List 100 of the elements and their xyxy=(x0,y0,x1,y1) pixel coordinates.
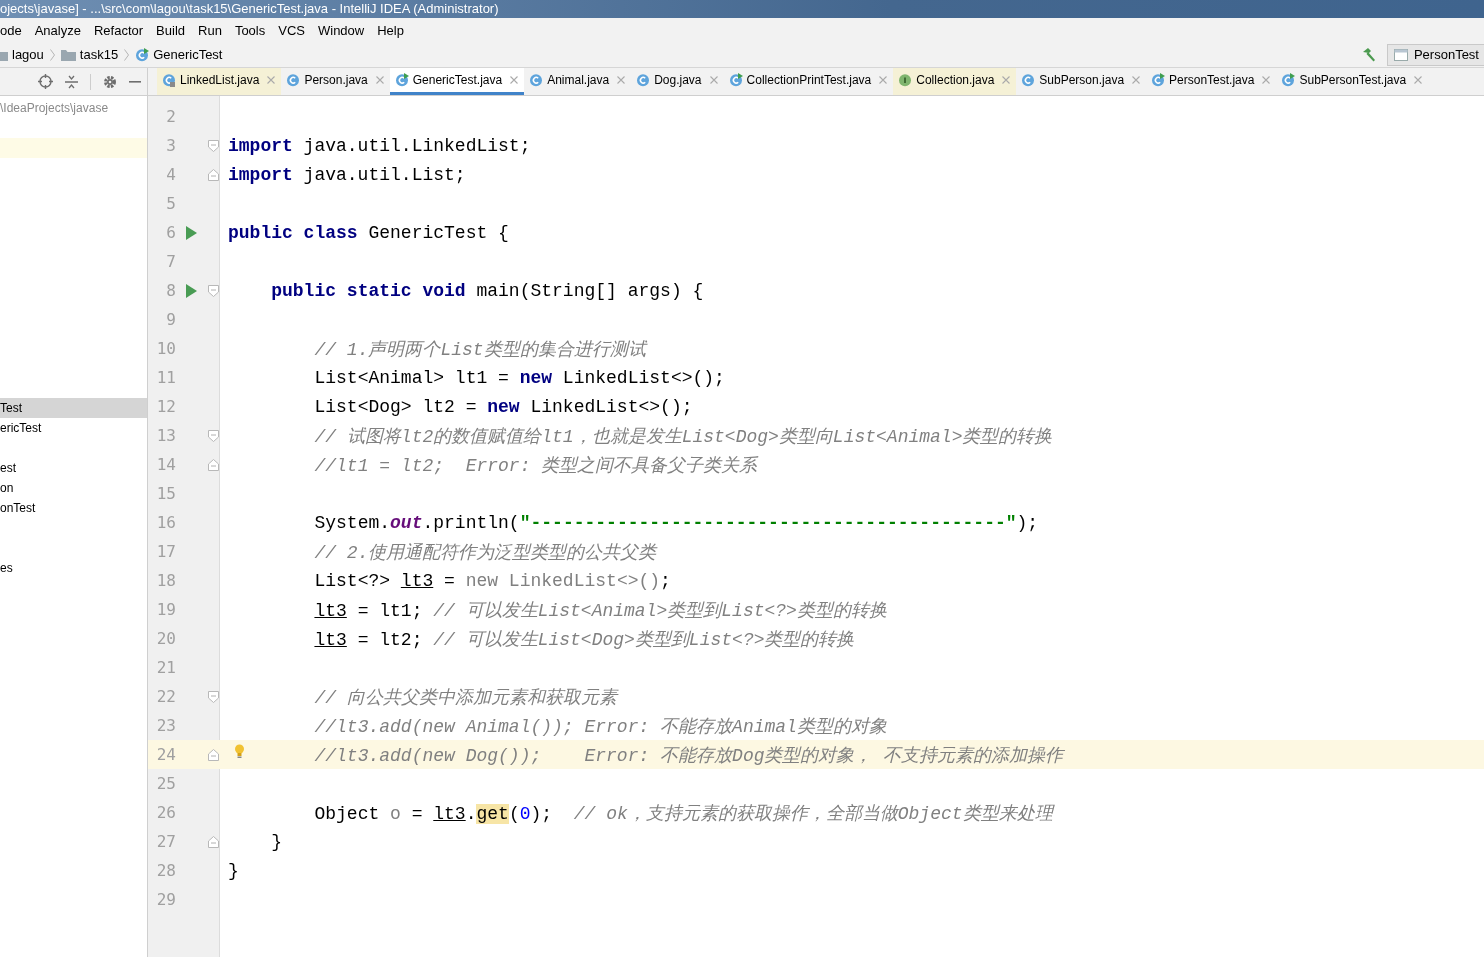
settings-icon[interactable] xyxy=(103,74,117,89)
selected-tree-row[interactable]: Test xyxy=(0,398,147,418)
editor-tab[interactable]: SubPerson.java xyxy=(1016,68,1147,95)
line-number: 14 xyxy=(155,455,176,474)
close-icon[interactable] xyxy=(709,76,718,84)
menu-item[interactable]: Build xyxy=(156,22,185,38)
line-number: 8 xyxy=(165,281,176,300)
close-icon[interactable] xyxy=(375,76,384,84)
code-line: public class GenericTest { xyxy=(228,222,509,243)
editor-tab[interactable]: Dog.java xyxy=(631,68,724,95)
menu-item[interactable]: Help xyxy=(377,22,404,38)
breadcrumb[interactable]: GenericTest xyxy=(153,47,223,62)
code-line: import java.util.List; xyxy=(228,164,466,185)
editor-tab[interactable]: SubPersonTest.java xyxy=(1276,68,1429,95)
fold-icon[interactable] xyxy=(208,748,219,761)
run-config-selector[interactable]: PersonTest xyxy=(1386,43,1484,66)
code-line: List<?> lt3 = new LinkedList<>(); xyxy=(314,570,671,591)
code-line: List<Dog> lt2 = new LinkedList<>(); xyxy=(314,396,693,417)
code-line: // 向公共父类中添加元素和获取元素 xyxy=(314,686,617,709)
lightbulb-icon[interactable] xyxy=(234,744,245,759)
close-icon[interactable] xyxy=(267,76,276,84)
fold-icon[interactable] xyxy=(208,139,219,152)
line-number: 29 xyxy=(155,890,176,909)
editor-tab[interactable]: Animal.java xyxy=(524,68,632,95)
breadcrumb[interactable]: task15 xyxy=(79,47,119,62)
editor-tab[interactable]: Collection.java xyxy=(893,68,1017,95)
menu-item[interactable]: Analyze xyxy=(34,22,81,38)
code-line: import java.util.LinkedList; xyxy=(228,135,531,156)
editor-tab[interactable]: GenericTest.java xyxy=(389,68,525,95)
chevron-icon xyxy=(124,48,130,61)
tree-row[interactable]: onTest xyxy=(0,498,147,518)
line-number: 26 xyxy=(155,803,176,822)
line-number: 24 xyxy=(155,745,176,764)
fold-icon[interactable] xyxy=(208,168,219,181)
fold-icon[interactable] xyxy=(208,458,219,471)
code-line: List<Animal> lt1 = new LinkedList<>(); xyxy=(314,367,725,388)
fold-icon[interactable] xyxy=(208,429,219,442)
tree-row[interactable]: es xyxy=(0,558,147,578)
class-icon xyxy=(135,47,150,62)
line-number: 25 xyxy=(155,774,176,793)
code-line: //lt3.add(new Dog()); Error: 不能存放Dog类型的对象， 不支持元素的添加操作 xyxy=(314,744,1064,767)
editor-tab[interactable]: Person.java xyxy=(281,68,390,95)
code-line: System.out.println("--------------------------------------------"); xyxy=(314,512,1039,533)
editor-tab[interactable]: CollectionPrintTest.java xyxy=(723,68,894,95)
line-number: 6 xyxy=(165,223,176,242)
run-icon[interactable] xyxy=(186,225,197,240)
editor-tab[interactable]: PersonTest.java xyxy=(1146,68,1277,95)
line-number: 4 xyxy=(165,165,176,184)
close-icon[interactable] xyxy=(879,76,888,84)
code-line: //lt3.add(new Animal()); Error: 不能存放Animal类型的对象 xyxy=(314,715,887,738)
line-number: 17 xyxy=(155,542,176,561)
code-line: // 试图将lt2的数值赋值给lt1，也就是发生List<Dog>类型向List<Animal>类型的转换 xyxy=(314,425,1053,448)
editor-tab[interactable]: LinkedList.java xyxy=(157,68,282,95)
collapse-icon[interactable] xyxy=(65,74,78,89)
menu-item[interactable]: Refactor xyxy=(93,22,144,38)
tree-row[interactable]: on xyxy=(0,478,147,498)
line-number: 21 xyxy=(155,658,176,677)
tree-row[interactable]: est xyxy=(0,458,147,478)
window-title: ojects\javase] - ...\src\com\lagou\task15\GenericTest.java - IntelliJ IDEA (Administrator) xyxy=(0,0,1484,18)
folder-icon xyxy=(60,48,76,61)
code-line: // 2.使用通配符作为泛型类型的公共父类 xyxy=(314,541,657,564)
close-icon[interactable] xyxy=(510,76,519,84)
line-number: 27 xyxy=(155,832,176,851)
line-number: 3 xyxy=(165,136,176,155)
menu-item[interactable]: Tools xyxy=(234,22,266,38)
run-icon[interactable] xyxy=(186,283,197,298)
fold-icon[interactable] xyxy=(208,690,219,703)
menu-item[interactable]: Window xyxy=(317,22,365,38)
breadcrumb[interactable]: lagou xyxy=(12,47,44,62)
line-number: 23 xyxy=(155,716,176,735)
close-icon[interactable] xyxy=(1414,76,1423,84)
code-line: Object o = lt3.get(0); // ok，支持元素的获取操作，全部当做Object类型来处理 xyxy=(314,802,1053,825)
menu-item[interactable]: VCS xyxy=(278,22,305,38)
code-line: } xyxy=(228,860,239,881)
line-number: 13 xyxy=(155,426,176,445)
code-line: public static void main(String[] args) { xyxy=(271,280,704,301)
close-icon[interactable] xyxy=(617,76,626,84)
line-number: 18 xyxy=(155,571,176,590)
line-number: 5 xyxy=(165,194,176,213)
menu-item[interactable]: Run xyxy=(198,22,222,38)
line-number: 12 xyxy=(155,397,176,416)
chevron-icon xyxy=(49,48,55,61)
close-icon[interactable] xyxy=(1132,76,1141,84)
line-number: 22 xyxy=(155,687,176,706)
line-number: 9 xyxy=(165,310,176,329)
close-icon[interactable] xyxy=(1002,76,1011,84)
menu-item[interactable]: ode xyxy=(0,22,22,38)
line-number: 7 xyxy=(165,252,176,271)
fold-icon[interactable] xyxy=(208,835,219,848)
tree-row[interactable]: ericTest xyxy=(0,418,147,438)
code-line: //lt1 = lt2; Error: 类型之间不具备父子类关系 xyxy=(314,454,758,477)
line-number: 10 xyxy=(155,339,176,358)
fold-icon[interactable] xyxy=(208,284,219,297)
line-number: 15 xyxy=(155,484,176,503)
window-icon xyxy=(1393,48,1408,61)
line-number: 2 xyxy=(165,107,176,126)
line-number: 28 xyxy=(155,861,176,880)
close-icon[interactable] xyxy=(1262,76,1271,84)
target-icon[interactable] xyxy=(38,74,53,89)
line-number: 16 xyxy=(155,513,176,532)
